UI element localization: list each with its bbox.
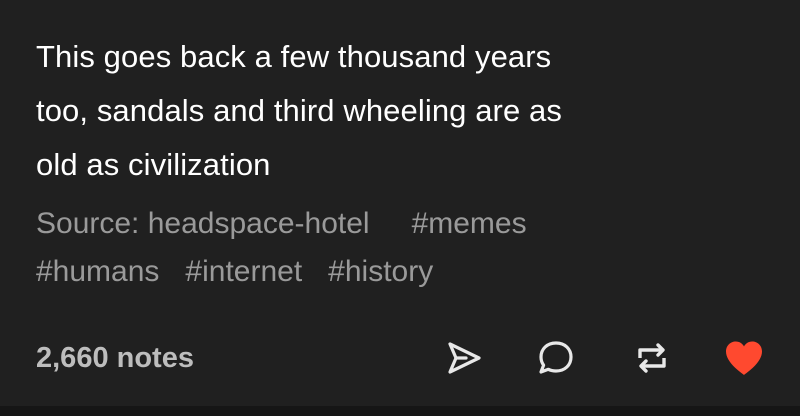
post-text-line: This goes back a few thousand years: [36, 39, 552, 74]
tag-internet[interactable]: #internet: [185, 255, 302, 288]
like-button[interactable]: [722, 336, 766, 380]
tag-row: Source: headspace-hotel #memes: [36, 200, 736, 248]
reply-button[interactable]: [534, 336, 578, 380]
tag-history[interactable]: #history: [328, 255, 433, 288]
notes-count[interactable]: 2,660 notes: [36, 338, 194, 378]
post-text-line: too, sandals and third wheeling are as: [36, 93, 562, 128]
post-bottom-edge: [0, 406, 800, 416]
like-heart-icon: [726, 341, 762, 375]
reblog-button[interactable]: [630, 336, 674, 380]
post-text-line: old as civilization: [36, 147, 271, 182]
reply-icon: [539, 341, 573, 374]
tag-humans[interactable]: #humans: [36, 255, 159, 288]
post-tags: Source: headspace-hotel #memes #humans #in…: [36, 200, 736, 296]
post-body: This goes back a few thousand years too,…: [36, 30, 736, 192]
share-icon: [448, 342, 481, 374]
tag-memes[interactable]: #memes: [412, 207, 527, 240]
post-actions: [440, 336, 770, 380]
post-card: This goes back a few thousand years too,…: [0, 0, 800, 416]
reblog-icon: [638, 343, 666, 373]
source-link[interactable]: Source: headspace-hotel: [36, 207, 370, 240]
tag-row: #humans #internet #history: [36, 248, 736, 296]
share-button[interactable]: [442, 336, 486, 380]
